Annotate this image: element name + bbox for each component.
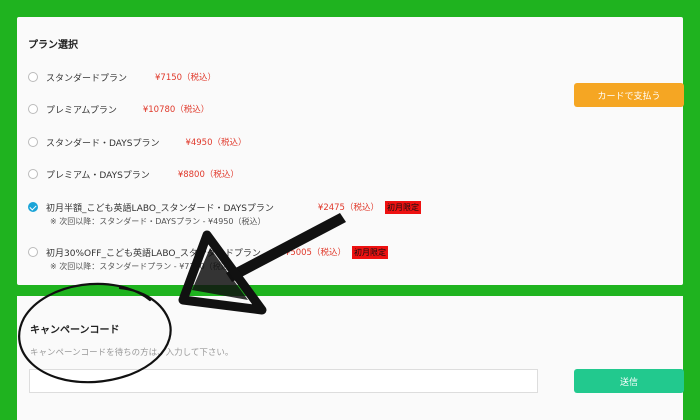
plan-option-first-month-30off[interactable]: 初月30%OFF_こども英語LABO_スタンダードプラン ¥5005（税込） 初… xyxy=(28,242,388,262)
plan-price: ¥4950（税込） xyxy=(185,138,247,148)
plan-name: プレミアム・DAYSプラン xyxy=(46,170,150,181)
radio-button[interactable] xyxy=(28,137,38,147)
plan-note: ※ 次回以降：スタンダードプラン - ¥7150（税込） xyxy=(50,262,237,271)
plan-price: ¥10780（税込） xyxy=(142,105,210,115)
campaign-panel xyxy=(17,296,683,420)
plan-option-standard[interactable]: スタンダードプラン ¥7150（税込） xyxy=(28,67,216,87)
plan-option-premium-days[interactable]: プレミアム・DAYSプラン ¥8800（税込） xyxy=(28,164,239,184)
plan-section-title: プラン選択 xyxy=(28,40,78,51)
campaign-code-input[interactable] xyxy=(29,369,538,393)
first-month-badge: 初月限定 xyxy=(384,200,421,214)
campaign-section-title: キャンペーンコード xyxy=(30,325,120,336)
campaign-hint: キャンペーンコードを待ちの方は、入力して下さい。 xyxy=(30,348,234,358)
plan-price: ¥8800（税込） xyxy=(177,170,239,180)
plan-option-first-month-half[interactable]: 初月半額_こども英語LABO_スタンダード・DAYSプラン ¥2475（税込） … xyxy=(28,197,421,217)
plan-price: ¥2475（税込） xyxy=(317,203,379,213)
plan-name: スタンダードプラン xyxy=(46,73,128,84)
plan-note: ※ 次回以降：スタンダード・DAYSプラン - ¥4950（税込） xyxy=(50,217,266,226)
radio-button[interactable] xyxy=(28,72,38,82)
plan-price: ¥7150（税込） xyxy=(155,73,217,83)
first-month-badge: 初月限定 xyxy=(351,245,388,259)
pay-with-card-button[interactable]: カードで支払う xyxy=(574,83,684,107)
plan-option-premium[interactable]: プレミアムプラン ¥10780（税込） xyxy=(28,99,209,119)
radio-button-checked[interactable] xyxy=(28,202,38,212)
send-button[interactable]: 送信 xyxy=(574,369,684,393)
plan-name: 初月半額_こども英語LABO_スタンダード・DAYSプラン xyxy=(46,203,274,214)
radio-button[interactable] xyxy=(28,247,38,257)
plan-name: プレミアムプラン xyxy=(46,105,117,116)
radio-button[interactable] xyxy=(28,169,38,179)
plan-name: 初月30%OFF_こども英語LABO_スタンダードプラン xyxy=(46,248,261,259)
plan-option-standard-days[interactable]: スタンダード・DAYSプラン ¥4950（税込） xyxy=(28,132,247,152)
plan-price: ¥5005（税込） xyxy=(284,248,346,258)
plan-name: スタンダード・DAYSプラン xyxy=(46,138,160,149)
radio-button[interactable] xyxy=(28,104,38,114)
